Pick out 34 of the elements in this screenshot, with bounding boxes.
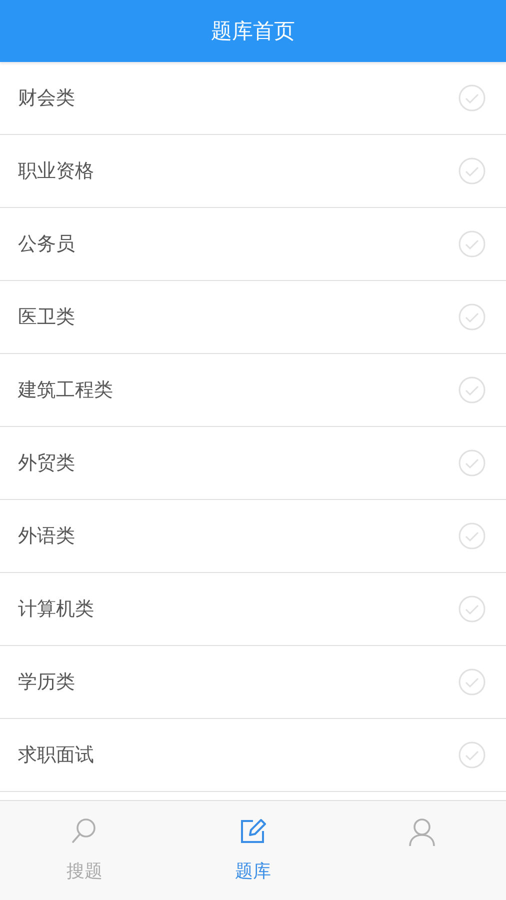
person-icon	[406, 817, 437, 847]
category-row[interactable]: 财会类	[0, 62, 506, 135]
category-label: 学历类	[18, 670, 75, 695]
check-circle-icon	[458, 376, 486, 404]
category-label: 职业资格	[18, 159, 94, 184]
category-row[interactable]: 职业资格	[0, 135, 506, 208]
check-circle-icon	[458, 449, 486, 477]
category-label: 求职面试	[18, 743, 94, 768]
category-label: 计算机类	[18, 597, 94, 622]
header-title: 题库首页	[211, 18, 295, 45]
category-row[interactable]: 外贸类	[0, 427, 506, 500]
check-circle-icon	[458, 157, 486, 185]
category-row[interactable]: 外语类	[0, 500, 506, 573]
check-circle-icon	[458, 668, 486, 696]
check-circle-icon	[458, 230, 486, 258]
category-row[interactable]: 公务员	[0, 208, 506, 281]
edit-icon	[239, 817, 267, 845]
category-row[interactable]: 学历类	[0, 646, 506, 719]
check-circle-icon	[458, 595, 486, 623]
category-label: 外贸类	[18, 451, 75, 476]
category-label: 财会类	[18, 86, 75, 111]
check-circle-icon	[458, 84, 486, 112]
category-label: 外语类	[18, 524, 75, 549]
category-label: 医卫类	[18, 305, 75, 330]
category-row[interactable]: 求职面试	[0, 719, 506, 792]
search-icon	[71, 817, 98, 845]
category-label: 建筑工程类	[18, 378, 113, 403]
check-circle-icon	[458, 303, 486, 331]
category-row[interactable]: 计算机类	[0, 573, 506, 646]
category-row[interactable]: 医卫类	[0, 281, 506, 354]
check-circle-icon	[458, 741, 486, 769]
check-circle-icon	[458, 522, 486, 550]
category-row[interactable]: 建筑工程类	[0, 354, 506, 427]
category-label: 公务员	[18, 232, 75, 257]
